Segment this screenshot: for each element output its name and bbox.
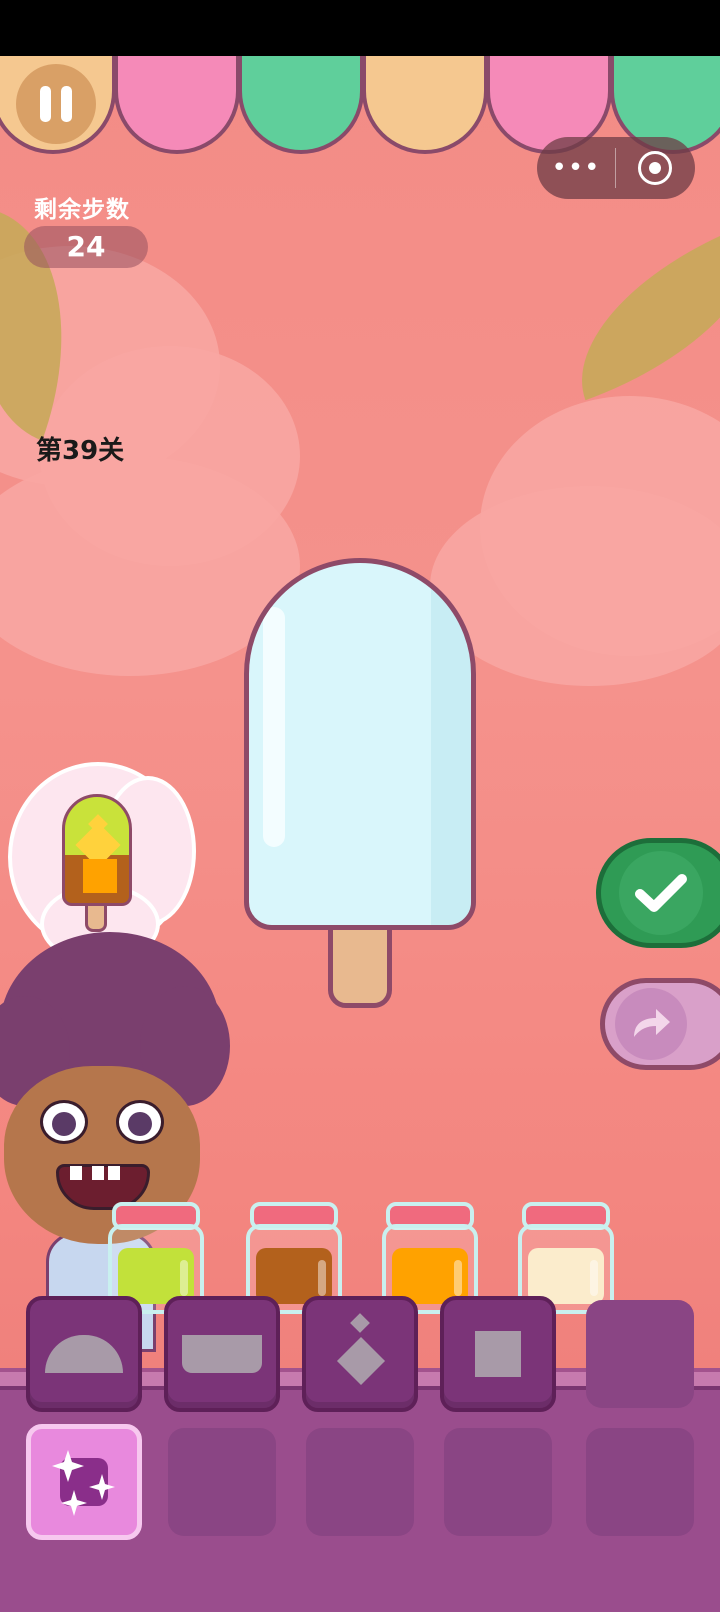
tool-slot-empty <box>444 1428 552 1536</box>
tool-slot-empty <box>168 1428 276 1536</box>
tool-slot-sparkle[interactable] <box>26 1424 142 1540</box>
awning-scallop <box>114 56 240 154</box>
redo-button[interactable] <box>600 978 720 1070</box>
pause-icon <box>40 86 51 122</box>
awning-scallop <box>238 56 364 154</box>
mini-program-capsule: ••• <box>537 137 695 199</box>
steps-counter: 24 <box>24 226 148 268</box>
order-popsicle-stick <box>85 902 107 932</box>
order-popsicle <box>62 794 132 906</box>
tool-slot-empty <box>306 1428 414 1536</box>
tool-slot-empty <box>586 1300 694 1408</box>
palm-leaf <box>547 221 720 401</box>
popsicle-stick <box>328 918 392 1008</box>
square-shape-icon <box>475 1331 521 1377</box>
more-dots-icon[interactable]: ••• <box>537 137 615 199</box>
tool-slot-diamonds[interactable] <box>302 1296 418 1412</box>
tool-slot-empty <box>586 1428 694 1536</box>
confirm-button[interactable] <box>596 838 720 948</box>
redo-arrow-icon <box>634 1009 670 1037</box>
pause-icon <box>61 86 72 122</box>
tool-slot-square[interactable] <box>440 1296 556 1412</box>
diamond-shape-icon <box>332 1313 388 1392</box>
dome-shape-icon <box>45 1335 123 1373</box>
checkmark-icon <box>635 874 687 912</box>
tool-slot-bowl[interactable] <box>164 1296 280 1412</box>
status-bar <box>0 0 720 56</box>
popsicle-canvas[interactable] <box>244 558 476 930</box>
sparkle-icon <box>52 1450 115 1516</box>
pause-button[interactable] <box>16 64 96 144</box>
tool-slot-dome[interactable] <box>26 1296 142 1412</box>
awning-scallop <box>362 56 488 154</box>
close-button[interactable] <box>616 151 694 185</box>
target-circle-icon <box>638 151 672 185</box>
bowl-shape-icon <box>182 1335 262 1373</box>
steps-label: 剩余步数 <box>34 197 130 223</box>
game-stage: ••• 剩余步数 24 第39关 <box>0 56 720 1612</box>
level-label: 第39关 <box>36 436 125 466</box>
